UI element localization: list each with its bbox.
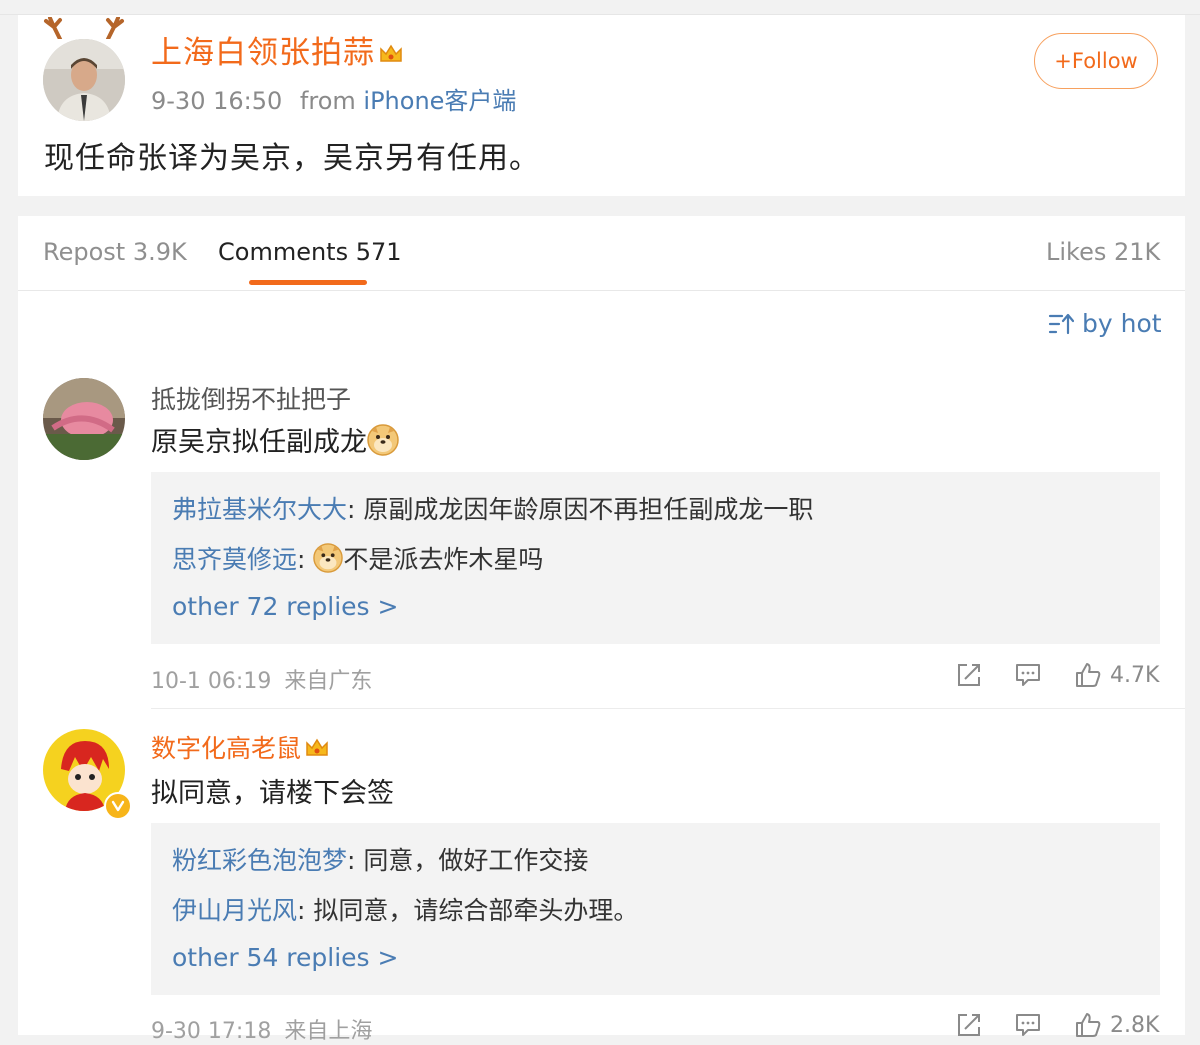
share-icon	[958, 1014, 980, 1036]
like-count: 4.7K	[1110, 662, 1160, 688]
comment-icon	[1016, 1014, 1040, 1036]
comment-button[interactable]	[1014, 662, 1042, 688]
like-button[interactable]: 2.8K	[1074, 1012, 1159, 1038]
crown-badge-icon	[379, 37, 403, 73]
reply-item: 弗拉基米尔大大: 原副成龙因年龄原因不再担任副成龙一职	[172, 490, 813, 526]
post-card: 上海白领张拍蒜 9-30 16:50 from iPhone客户端 +Follo…	[18, 15, 1185, 196]
comment-divider	[151, 708, 1185, 709]
comment-text: 拟同意，请楼下会签	[151, 778, 394, 809]
comment-time: 9-30 17:18	[151, 1019, 272, 1044]
reply-author[interactable]: 思齐莫修远	[172, 545, 297, 574]
reply-author[interactable]: 伊山月光风	[172, 896, 297, 925]
follow-button-label: +Follow	[1054, 49, 1138, 73]
reply-text: 不是派去炸木星吗	[343, 545, 544, 574]
more-replies-link[interactable]: other 72 replies >	[172, 592, 398, 621]
doge-emoji-icon	[367, 424, 399, 463]
post-time: 9-30 16:50	[151, 87, 283, 115]
more-replies-link[interactable]: other 54 replies >	[172, 943, 398, 972]
reply-author[interactable]: 粉红彩色泡泡梦	[172, 846, 347, 875]
comments-card: Repost 3.9K Comments 571 Likes 21K by ho…	[18, 216, 1185, 1044]
top-bar	[0, 0, 1200, 15]
comment-icon	[1016, 664, 1040, 686]
follow-button[interactable]: +Follow	[1034, 33, 1158, 89]
comment-meta: 9-30 17:18 来自上海	[151, 1013, 372, 1045]
like-button[interactable]: 4.7K	[1074, 662, 1159, 688]
commenter-avatar[interactable]	[43, 378, 125, 460]
share-button[interactable]	[956, 662, 982, 688]
thumbs-up-icon	[1076, 1013, 1101, 1037]
interaction-tabs: Repost 3.9K Comments 571 Likes 21K	[18, 216, 1185, 291]
crown-badge-icon	[305, 736, 329, 765]
post-text: 现任命张译为吴京，吴京另有任用。	[44, 141, 540, 176]
commenter-name-text[interactable]: 数字化高老鼠	[151, 734, 301, 763]
post-from-label: from	[299, 87, 356, 115]
sort-icon	[1048, 313, 1074, 334]
antler-right-icon	[106, 17, 124, 39]
reply-item: 思齐莫修远: 不是派去炸木星吗	[172, 540, 543, 579]
tab-repost[interactable]: Repost 3.9K	[43, 238, 187, 266]
comment-text-content: 原吴京拟任副成龙	[151, 427, 367, 458]
post-author-name-text[interactable]: 上海白领张拍蒜	[151, 35, 375, 71]
active-tab-indicator	[249, 280, 367, 285]
comment-button[interactable]	[1014, 1012, 1042, 1038]
comment-actions: 2.8K	[956, 1012, 1159, 1038]
commenter-name[interactable]: 数字化高老鼠	[151, 729, 329, 765]
post-author-avatar[interactable]	[43, 39, 125, 121]
comment-location: 来自广东	[284, 669, 373, 694]
comment-meta: 10-1 06:19 来自广东	[151, 663, 372, 695]
post-source[interactable]: iPhone客户端	[363, 87, 516, 115]
doge-emoji-icon	[313, 543, 344, 579]
reply-item: 伊山月光风: 拟同意，请综合部牵头办理。	[172, 891, 638, 927]
antler-left-icon	[44, 17, 62, 39]
comment-actions: 4.7K	[956, 662, 1159, 688]
comment-text: 原吴京拟任副成龙	[151, 420, 399, 463]
reply-text: : 同意，做好工作交接	[347, 846, 589, 875]
share-button[interactable]	[956, 1012, 982, 1038]
thumbs-up-icon	[1076, 663, 1101, 687]
tab-comments[interactable]: Comments 571	[218, 238, 402, 266]
reply-author[interactable]: 弗拉基米尔大大	[172, 495, 347, 524]
tab-likes[interactable]: Likes 21K	[1046, 238, 1160, 266]
comment-location: 来自上海	[284, 1019, 373, 1044]
reply-text: : 拟同意，请综合部牵头办理。	[297, 896, 639, 925]
sort-by-hot-button[interactable]: by hot	[1048, 309, 1162, 338]
sort-label: by hot	[1082, 309, 1162, 338]
post-meta: 9-30 16:50 from iPhone客户端	[151, 81, 516, 116]
post-author-name[interactable]: 上海白领张拍蒜	[151, 27, 403, 73]
share-icon	[958, 664, 980, 686]
reply-box: 弗拉基米尔大大: 原副成龙因年龄原因不再担任副成龙一职 思齐莫修远: 不是派去炸…	[151, 472, 1160, 644]
verified-badge-icon	[104, 792, 132, 820]
reply-text: : 原副成龙因年龄原因不再担任副成龙一职	[347, 495, 814, 524]
reply-item: 粉红彩色泡泡梦: 同意，做好工作交接	[172, 841, 588, 877]
comment-time: 10-1 06:19	[151, 669, 272, 694]
commenter-name[interactable]: 抵拢倒拐不扯把子	[151, 380, 351, 416]
like-count: 2.8K	[1110, 1012, 1160, 1038]
reply-box: 粉红彩色泡泡梦: 同意，做好工作交接 伊山月光风: 拟同意，请综合部牵头办理。 …	[151, 823, 1160, 995]
